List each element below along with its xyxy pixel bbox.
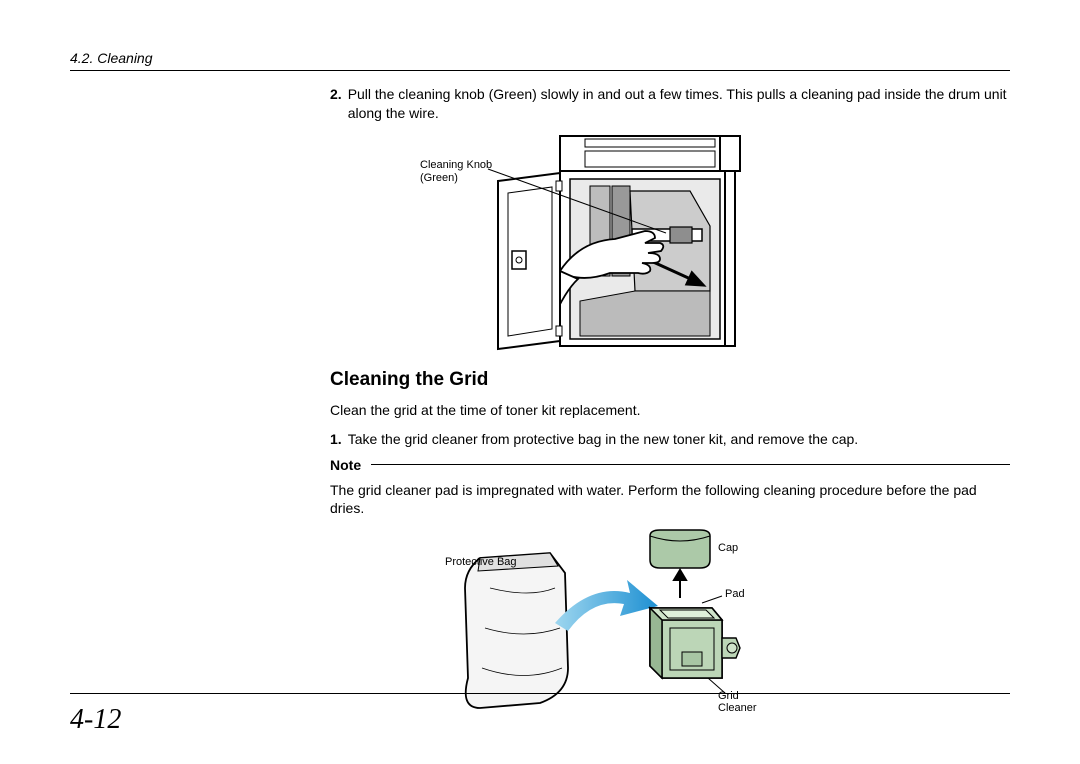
page-number: 4-12 [70,704,121,736]
footer-rule [70,693,1010,694]
figure-1-svg [330,131,750,351]
step-2-text: Pull the cleaning knob (Green) slowly in… [348,85,1010,123]
figure-2-svg [330,528,780,718]
header-rule [70,70,1010,71]
note-row: Note [330,457,1010,473]
figure-2-cap-label: Cap [718,542,738,554]
step-1-text: Take the grid cleaner from protective ba… [348,430,859,449]
figure-2-pad-label: Pad [725,588,745,600]
note-label: Note [330,457,361,473]
step-1: 1. Take the grid cleaner from protective… [330,430,1010,449]
figure-1-knob-label: Cleaning Knob (Green) [420,159,492,185]
figure-cleaning-knob: Cleaning Knob (Green) [330,131,750,351]
step-2-number: 2. [330,85,342,123]
intro-text: Clean the grid at the time of toner kit … [330,401,1010,420]
figure-grid-cleaner: Protective Bag Cap Pad Grid Cleaner [330,528,780,718]
figure-1-knob-label-line1: Cleaning Knob [420,159,492,171]
heading-cleaning-grid: Cleaning the Grid [330,369,1010,391]
step-2: 2. Pull the cleaning knob (Green) slowly… [330,85,1010,123]
section-header: 4.2. Cleaning [70,50,1010,66]
figure-1-knob-label-line2: (Green) [420,172,458,184]
figure-2-protective-bag-label: Protective Bag [445,556,517,568]
note-line [371,464,1010,465]
step-1-number: 1. [330,430,342,449]
note-text: The grid cleaner pad is impregnated with… [330,481,1010,519]
